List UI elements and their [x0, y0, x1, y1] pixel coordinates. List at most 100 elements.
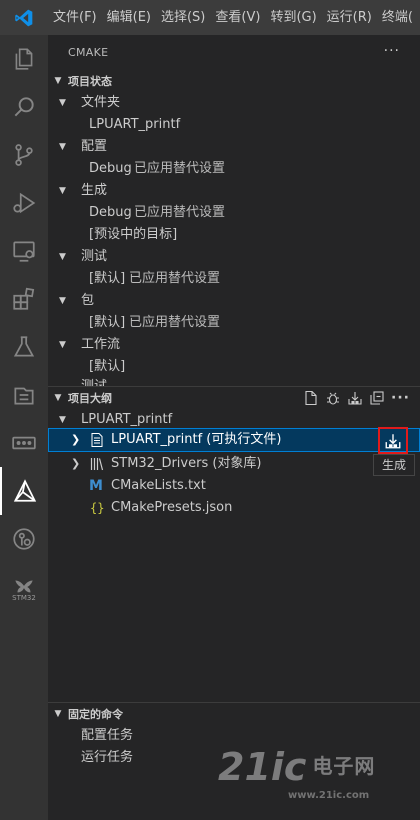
- status-build-value[interactable]: Debug 已应用替代设置: [48, 202, 420, 224]
- outline-item-executable[interactable]: ❯ LPUART_printf (可执行文件): [48, 429, 420, 451]
- watermark-cn: 电子网: [312, 754, 376, 778]
- build-all-icon[interactable]: [347, 390, 363, 406]
- status-test[interactable]: ▼ 测试: [48, 246, 420, 268]
- outline-item-object-library[interactable]: ❯ STM32_Drivers (对象库): [48, 453, 420, 475]
- status-workflow-value[interactable]: [默认]: [48, 356, 420, 378]
- activity-bar: STM32: [0, 35, 48, 820]
- watermark-url: www.21ic.com: [288, 790, 370, 801]
- sidebar-header: CMAKE ···: [48, 35, 420, 70]
- status-value: Debug: [89, 205, 132, 220]
- status-cut-row: 测试: [48, 376, 420, 386]
- cmake-sidebar: CMAKE ··· ▼ 项目状态 ▼ 文件夹 LPUART_printf ▼ 配…: [48, 35, 420, 820]
- collapse-all-icon[interactable]: [369, 390, 385, 406]
- status-value: Debug: [89, 161, 132, 176]
- status-note: 已应用替代设置: [129, 271, 221, 286]
- status-workflow[interactable]: ▼ 工作流: [48, 334, 420, 356]
- search-icon[interactable]: [0, 83, 48, 131]
- pinned-item-label: 配置任务: [81, 728, 134, 743]
- status-note: 已应用替代设置: [129, 315, 221, 330]
- watermark-logo: 21ic 电子网: [218, 745, 375, 789]
- chevron-down-icon: ▼: [59, 252, 66, 262]
- watermark-brand: 21ic: [218, 745, 307, 789]
- status-label: 测试: [81, 249, 108, 264]
- build-icon: [385, 433, 401, 448]
- stm32-label: STM32: [12, 594, 36, 602]
- status-value: LPUART_printf: [89, 117, 181, 132]
- status-config[interactable]: ▼ 配置: [48, 136, 420, 158]
- chevron-down-icon: ▼: [59, 98, 66, 108]
- status-value: [默认]: [89, 271, 126, 286]
- outline-item-label: CMakeLists.txt: [111, 478, 206, 493]
- chevron-down-icon: ▼: [59, 340, 66, 350]
- stm32-icon[interactable]: [0, 563, 48, 611]
- status-label: 文件夹: [81, 95, 121, 110]
- run-debug-icon[interactable]: [0, 179, 48, 227]
- chevron-down-icon: ▼: [59, 186, 66, 196]
- status-value: [默认]: [89, 315, 126, 330]
- status-package[interactable]: ▼ 包: [48, 290, 420, 312]
- chevron-right-icon: ❯: [71, 457, 81, 470]
- chevron-down-icon: ▼: [54, 709, 62, 719]
- vscode-logo-icon[interactable]: [0, 0, 48, 35]
- section-title: 项目大纲: [68, 392, 112, 405]
- status-label: 配置: [81, 139, 108, 154]
- cmake-icon[interactable]: [0, 467, 48, 515]
- git-graph-icon[interactable]: [0, 515, 48, 563]
- debug-icon[interactable]: [325, 390, 341, 406]
- section-title: 固定的命令: [68, 708, 123, 721]
- chevron-right-icon: ❯: [71, 433, 81, 446]
- status-value: [默认]: [89, 359, 126, 374]
- menu-view[interactable]: 查看(V): [210, 0, 265, 35]
- chevron-down-icon: ▼: [59, 296, 66, 306]
- project-manager-icon[interactable]: [0, 371, 48, 419]
- new-file-icon[interactable]: [303, 390, 319, 406]
- status-config-value[interactable]: Debug 已应用替代设置: [48, 158, 420, 180]
- menu-run[interactable]: 运行(R): [322, 0, 377, 35]
- outline-item-cmakelists[interactable]: M CMakeLists.txt: [48, 475, 420, 497]
- chevron-down-icon: ▼: [59, 142, 66, 152]
- status-build[interactable]: ▼ 生成: [48, 180, 420, 202]
- status-folder[interactable]: ▼ 文件夹: [48, 92, 420, 114]
- section-project-outline[interactable]: ▼ 项目大纲 ···: [48, 387, 420, 409]
- status-label: 工作流: [81, 337, 121, 352]
- executable-icon: [91, 433, 103, 447]
- section-pinned-commands[interactable]: ▼ 固定的命令: [48, 703, 420, 725]
- outline-item-cmakepresets[interactable]: {} CMakePresets.json: [48, 497, 420, 519]
- menu-selection[interactable]: 选择(S): [156, 0, 210, 35]
- status-build-target[interactable]: [预设中的目标]: [48, 224, 420, 246]
- outline-item-label: LPUART_printf (可执行文件): [111, 432, 282, 447]
- pinned-item-label: 运行任务: [81, 750, 134, 765]
- section-project-status[interactable]: ▼ 项目状态: [48, 70, 420, 92]
- section-title: 项目状态: [68, 75, 112, 88]
- serial-monitor-icon[interactable]: [0, 419, 48, 467]
- outline-item-label: STM32_Drivers (对象库): [111, 456, 262, 471]
- pinned-item[interactable]: 配置任务: [48, 725, 420, 747]
- source-control-icon[interactable]: [0, 131, 48, 179]
- cmake-file-icon: M: [89, 478, 103, 494]
- menu-file[interactable]: 文件(F): [48, 0, 102, 35]
- status-value: [预设中的目标]: [89, 227, 178, 242]
- status-test-value[interactable]: [默认] 已应用替代设置: [48, 268, 420, 290]
- testing-icon[interactable]: [0, 323, 48, 371]
- sidebar-title: CMAKE: [68, 46, 109, 59]
- status-folder-value[interactable]: LPUART_printf: [48, 114, 420, 136]
- status-package-value[interactable]: [默认] 已应用替代设置: [48, 312, 420, 334]
- remote-explorer-icon[interactable]: [0, 227, 48, 275]
- json-file-icon: {}: [90, 501, 105, 515]
- explorer-icon[interactable]: [0, 35, 48, 83]
- more-actions-icon[interactable]: ···: [384, 43, 400, 59]
- status-note: 已应用替代设置: [134, 205, 226, 220]
- outline-item-label: CMakePresets.json: [111, 500, 233, 515]
- menu-terminal[interactable]: 终端(: [377, 0, 418, 35]
- library-icon: [90, 458, 104, 471]
- title-bar: 文件(F) 编辑(E) 选择(S) 查看(V) 转到(G) 运行(R) 终端(: [0, 0, 420, 35]
- build-target-button[interactable]: [378, 427, 408, 454]
- status-label: 生成: [81, 183, 108, 198]
- chevron-down-icon: ▼: [54, 393, 62, 403]
- status-note: 已应用替代设置: [134, 161, 226, 176]
- more-actions-icon[interactable]: ···: [391, 390, 410, 406]
- extensions-icon[interactable]: [0, 275, 48, 323]
- menu-go[interactable]: 转到(G): [265, 0, 321, 35]
- status-label: 包: [81, 293, 95, 308]
- menu-edit[interactable]: 编辑(E): [102, 0, 156, 35]
